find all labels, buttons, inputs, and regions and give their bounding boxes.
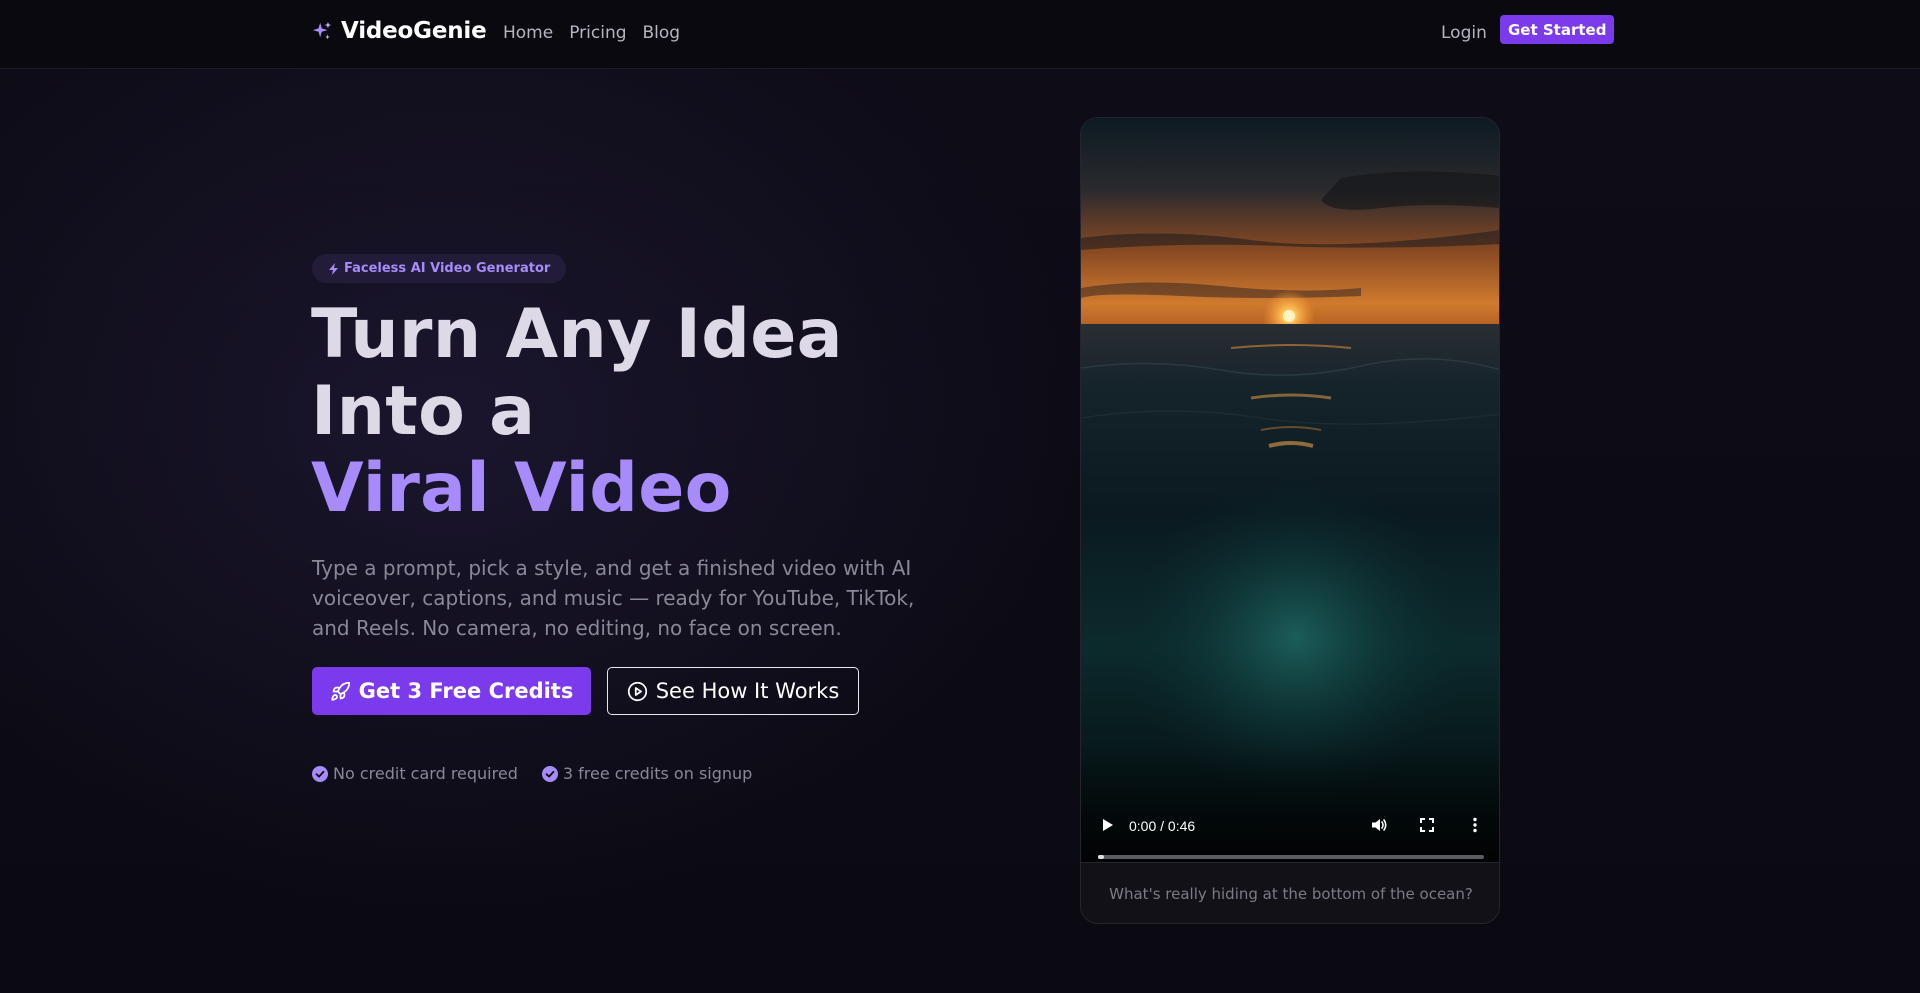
nav-link-home[interactable]: Home <box>503 23 553 43</box>
play-button[interactable] <box>1097 815 1117 835</box>
video-player[interactable]: 0:00 / 0:46 <box>1081 118 1499 862</box>
video-progress-fill <box>1098 855 1104 859</box>
hero-badge-label: Faceless AI Video Generator <box>344 261 551 276</box>
brand-logo[interactable]: VideoGenie <box>311 18 487 44</box>
nav-link-blog[interactable]: Blog <box>643 23 681 43</box>
video-time: 0:00 / 0:46 <box>1129 818 1196 834</box>
video-caption: What's really hiding at the bottom of th… <box>1081 862 1499 923</box>
fullscreen-button[interactable] <box>1417 815 1437 835</box>
video-progress-bar[interactable] <box>1098 855 1484 859</box>
play-circle-icon <box>627 681 647 701</box>
headline-line-2: Into a <box>311 372 536 451</box>
perk-item: 3 free credits on signup <box>541 764 753 783</box>
see-how-it-works-label: See How It Works <box>655 679 840 703</box>
brand-name: VideoGenie <box>341 18 487 44</box>
hero-perks: No credit card required 3 free credits o… <box>312 764 752 783</box>
hero-subcopy: Type a prompt, pick a style, and get a f… <box>312 556 915 640</box>
get-free-credits-label: Get 3 Free Credits <box>358 679 574 703</box>
headline-accent: Viral Video <box>311 449 732 528</box>
hero-headline: Turn Any Idea Into a Viral Video <box>311 296 1011 527</box>
get-started-button[interactable]: Get Started <box>1500 15 1615 44</box>
demo-video-card: 0:00 / 0:46 What's really hiding at the … <box>1080 117 1500 924</box>
rocket-icon <box>330 681 350 701</box>
more-vertical-icon <box>1473 817 1477 833</box>
get-free-credits-button[interactable]: Get 3 Free Credits <box>312 667 591 715</box>
headline-line-1: Turn Any Idea <box>311 295 843 374</box>
play-icon <box>1103 819 1113 831</box>
sparkles-icon <box>312 21 332 40</box>
volume-button[interactable] <box>1369 815 1389 835</box>
check-circle-icon <box>312 765 328 782</box>
nav-link-pricing[interactable]: Pricing <box>569 23 626 43</box>
login-link[interactable]: Login <box>1441 23 1487 43</box>
hero-badge: Faceless AI Video Generator <box>312 254 567 283</box>
video-controls: 0:00 / 0:46 <box>1081 803 1499 862</box>
check-circle-icon <box>541 765 558 782</box>
top-nav: VideoGenie Home Pricing Blog Login Get S… <box>0 0 1920 69</box>
nav-links: Home Pricing Blog <box>503 23 680 43</box>
see-how-it-works-button[interactable]: See How It Works <box>607 667 859 715</box>
more-options-button[interactable] <box>1465 815 1485 835</box>
lightning-icon <box>329 262 338 275</box>
fullscreen-icon <box>1420 818 1434 832</box>
ocean-sunset-thumbnail <box>1081 118 1499 862</box>
perk-label: 3 free credits on signup <box>562 764 753 783</box>
perk-label: No credit card required <box>333 764 518 783</box>
volume-icon <box>1372 819 1387 831</box>
perk-item: No credit card required <box>312 764 518 783</box>
